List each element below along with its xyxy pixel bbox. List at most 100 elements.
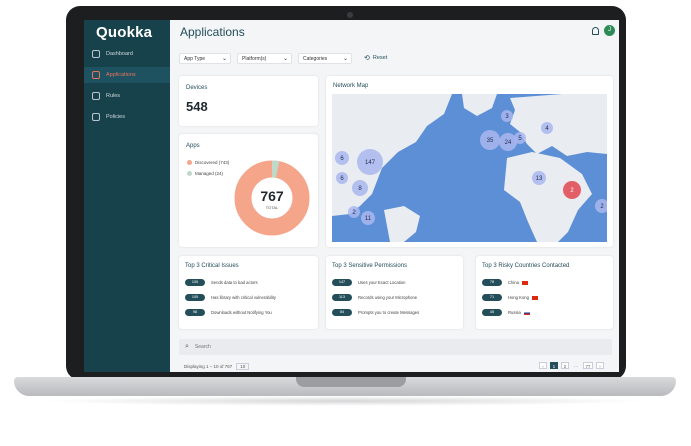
- world-map[interactable]: 3435 245147686 1322112: [332, 94, 607, 242]
- count-badge: 78: [482, 279, 502, 286]
- chevron-down-icon: ⌄: [221, 56, 227, 62]
- page-2-button[interactable]: 2: [561, 362, 569, 369]
- search-input[interactable]: [192, 343, 397, 351]
- chart-icon: [92, 50, 100, 58]
- permission-text: Prompts you to create Messages: [358, 310, 420, 315]
- filter-label: Platform(s): [242, 55, 267, 62]
- map-bubble-label: 24: [505, 140, 512, 146]
- country-name: Hong Kong: [508, 295, 529, 300]
- app-screen: Quokka Dashboard Applications Rules Poli…: [84, 20, 619, 372]
- legend-discovered: Discovered (743): [187, 160, 229, 165]
- list-item[interactable]: 98 Downloads without Notifying You: [185, 309, 272, 316]
- list-item[interactable]: 84 Prompts you to create Messages: [332, 309, 419, 316]
- brand-logo: Quokka: [96, 24, 153, 41]
- country-name: Russia: [508, 310, 521, 315]
- webcam: [347, 12, 353, 18]
- issue-text: Downloads without Notifying You: [211, 310, 272, 315]
- devices-count: 548: [186, 99, 208, 114]
- sidebar-item-label: Rules: [106, 93, 121, 99]
- filter-label: Categories: [303, 55, 328, 62]
- apps-total-label: TOTAL: [266, 205, 279, 210]
- chevron-down-icon: ⌄: [282, 56, 288, 62]
- laptop-shadow: [40, 396, 650, 406]
- prev-page-button[interactable]: ‹: [539, 362, 547, 369]
- sensitive-permissions-card: Top 3 Sensitive Permissions 147 Uses you…: [326, 256, 463, 329]
- count-badge: 105: [185, 279, 205, 286]
- list-item[interactable]: 147 Uses your Exact Location: [332, 279, 405, 286]
- issue-text: Sends data to bad actors: [211, 280, 258, 285]
- search-icon: ⌕: [185, 343, 189, 350]
- russia-flag-icon: [523, 310, 530, 315]
- pagination-info: Displaying 1 – 10 of 767 10: [184, 363, 250, 370]
- count-badge: 45: [482, 309, 502, 316]
- count-badge: 98: [185, 309, 205, 316]
- avatar[interactable]: J: [604, 25, 615, 36]
- apps-total: 767: [260, 188, 284, 204]
- count-badge: 147: [332, 279, 352, 286]
- map-bubble-label: 35: [487, 138, 494, 144]
- list-item[interactable]: 113 Records using your Microphone: [332, 294, 417, 301]
- page-title: Applications: [180, 25, 245, 39]
- map-bubble-label: 13: [536, 176, 543, 182]
- card-title: Network Map: [333, 83, 369, 89]
- sidebar-item-rules[interactable]: Rules: [84, 88, 170, 104]
- issue-text: Has library with critical vulnerability: [211, 295, 276, 300]
- sidebar-item-applications[interactable]: Applications: [84, 67, 170, 83]
- count-badge: 113: [332, 294, 352, 301]
- count-badge: 84: [332, 309, 352, 316]
- legend-swatch: [187, 160, 192, 165]
- page-1-button[interactable]: 1: [550, 362, 558, 369]
- reset-button[interactable]: ⟲ Reset: [364, 54, 387, 62]
- list-icon: [92, 92, 100, 100]
- network-map-card: Network Map 3 4 35 24 5 147 6 8 6 13 2 2 11 2: [326, 76, 613, 247]
- shield-icon: [92, 113, 100, 121]
- categories-filter[interactable]: Categories ⌄: [298, 53, 352, 64]
- hong-kong-flag-icon: [531, 295, 538, 300]
- display-count: Displaying 1 – 10 of 767: [184, 364, 233, 369]
- card-title: Top 3 Critical Issues: [185, 263, 239, 269]
- app-type-filter[interactable]: App Type ⌄: [179, 53, 231, 64]
- critical-issues-card: Top 3 Critical Issues 105 Sends data to …: [179, 256, 318, 329]
- card-title: Top 3 Risky Countries Contacted: [482, 263, 570, 269]
- risky-countries-card: Top 3 Risky Countries Contacted 78 China…: [476, 256, 613, 329]
- country-name: China: [508, 280, 519, 285]
- laptop-notch: [296, 377, 406, 387]
- list-item[interactable]: 105 Sends data to bad actors: [185, 279, 258, 286]
- list-item[interactable]: 105 Has library with critical vulnerabil…: [185, 294, 276, 301]
- legend-label: Managed (24): [195, 171, 224, 176]
- reset-label: Reset: [372, 55, 388, 61]
- list-item[interactable]: 71 Hong Kong: [482, 294, 538, 301]
- list-item[interactable]: 78 China: [482, 279, 528, 286]
- sidebar-item-dashboard[interactable]: Dashboard: [84, 46, 170, 62]
- apps-donut-chart: 767 TOTAL: [234, 160, 310, 236]
- chevron-down-icon: ⌄: [342, 56, 348, 62]
- sidebar: Quokka Dashboard Applications Rules Poli…: [84, 20, 170, 372]
- refresh-icon: ⟲: [364, 55, 370, 62]
- page-77-button[interactable]: 77: [583, 362, 593, 369]
- search-bar: ⌕: [179, 339, 612, 355]
- filter-label: App Type: [184, 55, 206, 62]
- count-badge: 105: [185, 294, 205, 301]
- legend-label: Discovered (743): [195, 160, 230, 165]
- list-item[interactable]: 45 Russia: [482, 309, 530, 316]
- next-page-button[interactable]: ›: [596, 362, 604, 369]
- legend-managed: Managed (24): [187, 171, 223, 176]
- china-flag-icon: [521, 280, 528, 285]
- permission-text: Uses your Exact Location: [358, 280, 406, 285]
- map-bubble-label: 11: [365, 216, 372, 222]
- map-bubble-label: 147: [365, 160, 376, 166]
- grid-icon: [92, 71, 100, 79]
- sidebar-item-policies[interactable]: Policies: [84, 109, 170, 125]
- card-title: Top 3 Sensitive Permissions: [332, 263, 408, 269]
- legend-swatch: [187, 171, 192, 176]
- sidebar-item-label: Dashboard: [106, 51, 133, 57]
- per-page-select[interactable]: 10: [236, 363, 250, 370]
- card-title: Apps: [186, 143, 200, 149]
- count-badge: 71: [482, 294, 502, 301]
- sidebar-item-label: Applications: [106, 72, 136, 78]
- page-ellipsis: …: [573, 363, 579, 368]
- sidebar-item-label: Policies: [106, 114, 125, 120]
- bell-icon[interactable]: [592, 27, 599, 35]
- platforms-filter[interactable]: Platform(s) ⌄: [237, 53, 292, 64]
- permission-text: Records using your Microphone: [358, 295, 418, 300]
